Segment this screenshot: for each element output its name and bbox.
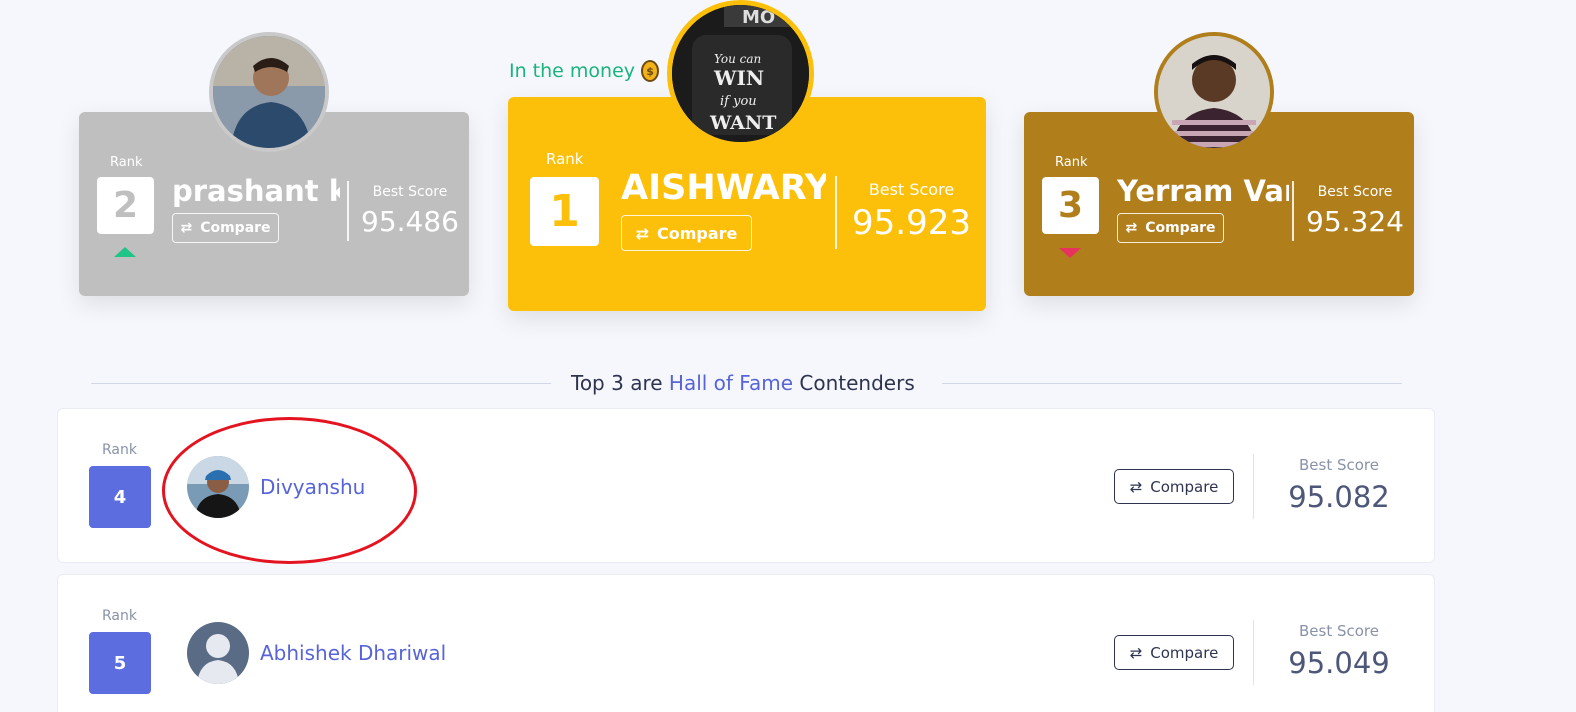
divider — [347, 181, 349, 241]
svg-text:WIN: WIN — [713, 66, 764, 90]
user-photo-icon — [213, 36, 325, 148]
contender-name[interactable]: Yerram Var... — [1117, 174, 1289, 208]
in-the-money-text: In the money — [509, 60, 636, 82]
best-score-value: 95.082 — [1288, 480, 1390, 514]
best-score-label: Best Score — [1299, 622, 1379, 640]
svg-text:You can: You can — [714, 52, 761, 66]
rank-badge: 3 — [1042, 177, 1099, 234]
leaderboard-row: Rank 4 Divyanshu ⇄ Compare Best Score 95… — [57, 408, 1435, 563]
rank-badge: 4 — [89, 466, 151, 528]
rank-down-icon — [1059, 248, 1081, 258]
avatar[interactable] — [187, 456, 249, 518]
avatar[interactable] — [187, 622, 249, 684]
best-score-label: Best Score — [1317, 184, 1393, 200]
compare-button[interactable]: ⇄ Compare — [1117, 213, 1224, 243]
avatar-rank-2[interactable] — [209, 32, 329, 152]
rank-badge: 1 — [530, 177, 599, 246]
compare-arrows-icon: ⇄ — [1125, 220, 1138, 236]
compare-arrows-icon: ⇄ — [635, 223, 649, 243]
compare-arrows-icon: ⇄ — [1129, 643, 1143, 662]
rank-label: Rank — [1055, 155, 1088, 170]
svg-text:WANT: WANT — [709, 112, 776, 134]
best-score-value: 95.049 — [1288, 646, 1390, 680]
divider — [1292, 181, 1294, 241]
divider-left — [91, 383, 551, 384]
svg-text:if you: if you — [720, 94, 757, 109]
rank-label: Rank — [110, 155, 143, 170]
rank-badge: 5 — [89, 632, 151, 694]
best-score-label: Best Score — [1299, 456, 1379, 474]
compare-label: Compare — [1150, 643, 1219, 662]
in-the-money-label: In the money $ — [509, 60, 660, 82]
compare-label: Compare — [200, 220, 271, 236]
rank-label: Rank — [546, 150, 584, 168]
compare-button[interactable]: ⇄ Compare — [1114, 635, 1234, 670]
svg-text:MO: MO — [742, 7, 775, 28]
rank-label: Rank — [102, 608, 137, 624]
best-score-value: 95.923 — [852, 203, 971, 243]
contender-name[interactable]: Abhishek Dhariwal — [260, 641, 446, 665]
avatar-rank-1[interactable]: MO You can WIN if you WANT — [667, 0, 814, 147]
divider-right — [942, 383, 1402, 384]
rank-label: Rank — [102, 442, 137, 458]
compare-label: Compare — [1145, 220, 1216, 236]
best-score-label: Best Score — [372, 184, 448, 200]
best-score-value: 95.324 — [1306, 205, 1404, 238]
default-user-icon — [187, 622, 249, 684]
compare-label: Compare — [1150, 477, 1219, 496]
avatar-rank-3[interactable] — [1154, 32, 1274, 152]
divider — [835, 176, 837, 249]
hof-suffix: Contenders — [799, 371, 915, 395]
compare-label: Compare — [657, 223, 738, 243]
user-photo-icon — [187, 456, 249, 518]
leaderboard-row: Rank 5 Abhishek Dhariwal ⇄ Compare Best … — [57, 574, 1435, 712]
hof-highlight: Hall of Fame — [668, 371, 794, 395]
contender-name[interactable]: Divyanshu — [260, 475, 365, 499]
hall-of-fame-heading: Top 3 are Hall of Fame Contenders — [571, 371, 915, 395]
contender-name[interactable]: prashant k... — [172, 174, 340, 208]
money-bag-icon: $ — [641, 60, 660, 82]
user-photo-icon — [1158, 36, 1270, 148]
user-photo-icon: MO You can WIN if you WANT — [672, 5, 809, 142]
contender-name[interactable]: AISHWARY... — [621, 168, 826, 208]
best-score-value: 95.486 — [361, 205, 459, 238]
rank-up-icon — [114, 247, 136, 257]
rank-badge: 2 — [97, 177, 154, 234]
compare-button[interactable]: ⇄ Compare — [621, 215, 752, 251]
compare-arrows-icon: ⇄ — [180, 220, 193, 236]
hof-prefix: Top 3 are — [571, 371, 663, 395]
compare-arrows-icon: ⇄ — [1129, 477, 1143, 496]
best-score-label: Best Score — [868, 180, 955, 199]
compare-button[interactable]: ⇄ Compare — [1114, 469, 1234, 504]
compare-button[interactable]: ⇄ Compare — [172, 213, 279, 243]
